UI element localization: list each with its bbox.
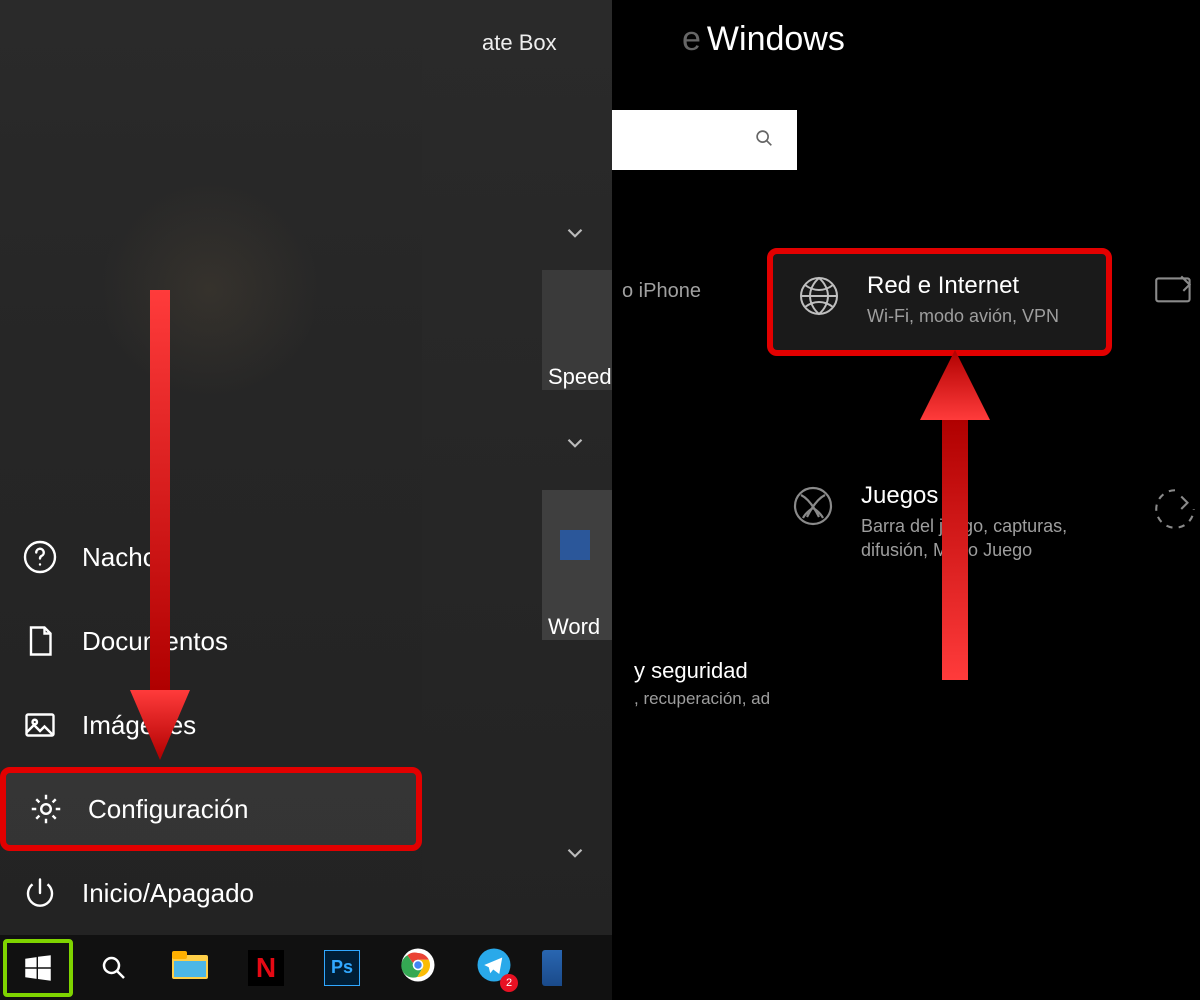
chevron-down-icon[interactable] (562, 220, 588, 252)
globe-icon (795, 272, 843, 320)
app-icon (542, 950, 562, 986)
start-pictures-item[interactable]: Imágenes (0, 683, 422, 767)
picture-icon (22, 707, 58, 743)
annotation-arrow-left (120, 290, 200, 770)
taskbar-chrome[interactable] (380, 935, 456, 1000)
word-icon (560, 530, 590, 560)
start-side-menu: Nachos Documentos Imágenes Configuración… (0, 515, 422, 935)
taskbar-netflix[interactable]: N (228, 935, 304, 1000)
tile-speed-label: Speed (548, 364, 612, 390)
personalization-icon[interactable] (1150, 268, 1200, 323)
netflix-icon: N (248, 950, 284, 986)
category-network-sub: Wi-Fi, modo avión, VPN (867, 304, 1059, 328)
start-settings-item[interactable]: Configuración (0, 767, 422, 851)
search-icon (99, 953, 129, 983)
power-icon (22, 875, 58, 911)
chrome-icon (400, 947, 436, 988)
start-tiles-column: ate Box Speed Word (422, 0, 612, 935)
chevron-down-icon[interactable] (562, 430, 588, 462)
xbox-icon (789, 482, 837, 530)
file-explorer-icon (171, 949, 209, 986)
start-menu-panel: Nachos Documentos Imágenes Configuración… (0, 0, 422, 935)
annotation-arrow-right (900, 350, 1010, 690)
category-network-title: Red e Internet (867, 272, 1059, 300)
start-power-label: Inicio/Apagado (82, 878, 254, 909)
search-icon (753, 127, 775, 154)
gear-icon (28, 791, 64, 827)
settings-category-security[interactable]: y seguridad , recuperación, ad (612, 640, 842, 733)
taskbar-explorer[interactable] (152, 935, 228, 1000)
chevron-down-icon[interactable] (562, 840, 588, 872)
taskbar-photoshop[interactable]: Ps (304, 935, 380, 1000)
start-settings-label: Configuración (88, 794, 248, 825)
taskbar-overflow[interactable] (532, 935, 572, 1000)
settings-category-network[interactable]: Red e Internet Wi-Fi, modo avión, VPN (767, 248, 1112, 356)
taskbar-telegram[interactable]: 2 (456, 935, 532, 1000)
start-documents-item[interactable]: Documentos (0, 599, 422, 683)
windows-logo-icon (21, 951, 55, 985)
tile-group-header[interactable]: ate Box (482, 30, 557, 56)
taskbar: N Ps 2 (0, 935, 612, 1000)
start-power-item[interactable]: Inicio/Apagado (0, 851, 422, 935)
category-security-title: y seguridad (634, 658, 770, 684)
photoshop-icon: Ps (324, 950, 360, 986)
start-user-item[interactable]: Nachos (0, 515, 422, 599)
ease-of-access-icon[interactable] (1150, 484, 1200, 539)
help-icon (22, 539, 58, 575)
phone-partial-text: o iPhone (622, 280, 701, 303)
settings-search-box[interactable] (612, 110, 797, 170)
notification-badge: 2 (500, 974, 518, 992)
taskbar-search[interactable] (76, 935, 152, 1000)
document-icon (22, 623, 58, 659)
start-button[interactable] (3, 939, 73, 997)
category-security-sub: , recuperación, ad (634, 688, 770, 711)
settings-title: eWindows (682, 20, 845, 59)
tile-word-label: Word (548, 614, 600, 640)
